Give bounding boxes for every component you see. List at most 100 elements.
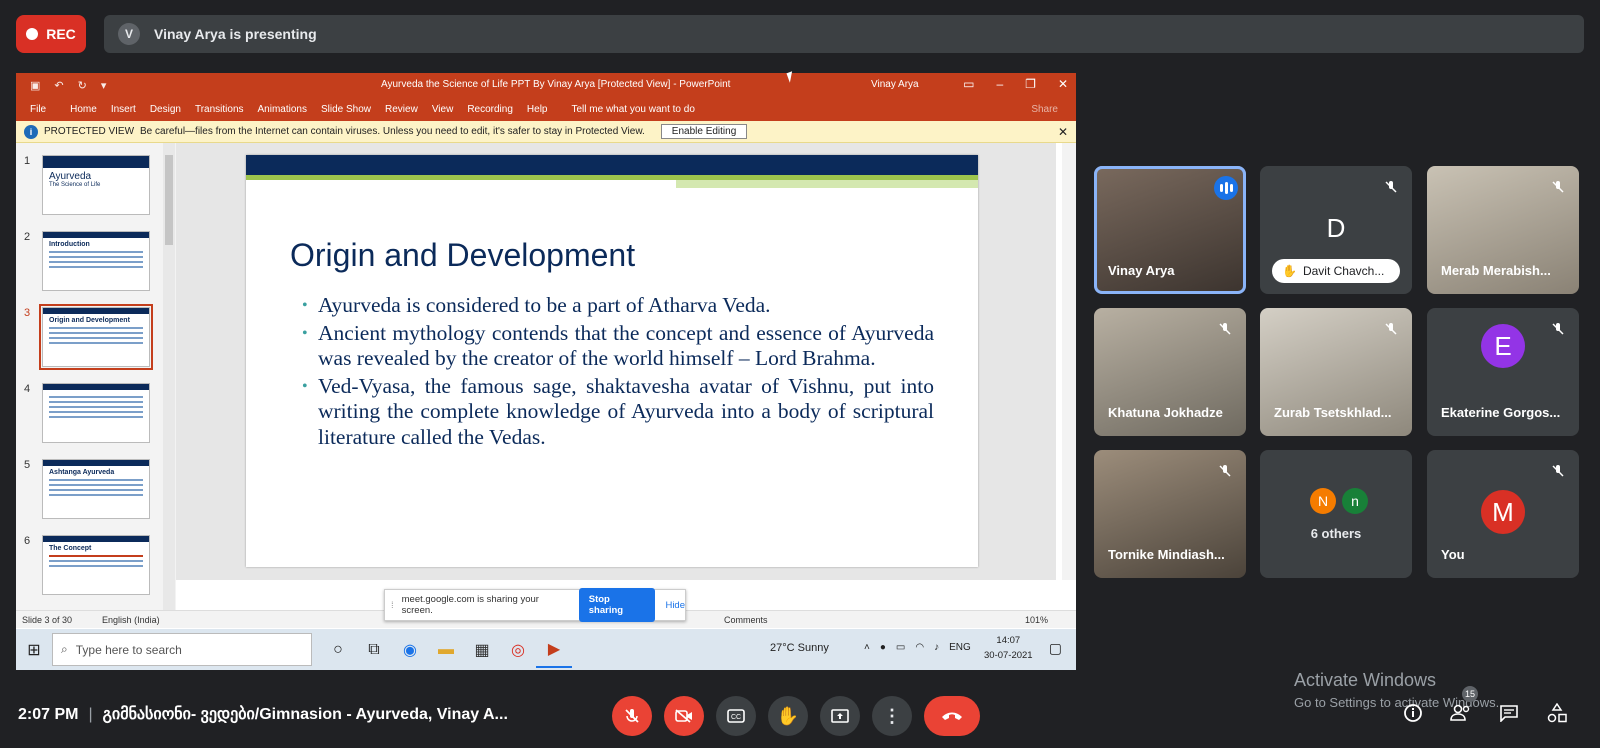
- notification-icon[interactable]: ▢: [1049, 640, 1062, 657]
- tab-file[interactable]: File: [30, 104, 46, 115]
- drag-handle-icon[interactable]: ⁞: [391, 600, 394, 611]
- stop-sharing-button[interactable]: Stop sharing: [578, 588, 656, 622]
- redo-icon[interactable]: ↻: [78, 79, 87, 92]
- meeting-info-button[interactable]: [1400, 700, 1426, 726]
- slide-thumb-4[interactable]: [42, 383, 150, 443]
- raise-hand-button[interactable]: ✋: [768, 696, 808, 736]
- tab-home[interactable]: Home: [70, 104, 97, 115]
- slide-thumb-6[interactable]: The Concept: [42, 535, 150, 595]
- language-status[interactable]: English (India): [102, 615, 160, 625]
- tab-review[interactable]: Review: [385, 104, 418, 115]
- avatar-initial: E: [1494, 330, 1512, 361]
- thumb-title: The Concept: [49, 545, 92, 552]
- tab-help[interactable]: Help: [527, 104, 548, 115]
- account-name[interactable]: Vinay Arya: [871, 79, 919, 90]
- current-slide[interactable]: Origin and Development Ayurveda is consi…: [246, 155, 978, 567]
- camera-toggle-button[interactable]: [664, 696, 704, 736]
- thumbnail-scrollbar[interactable]: [163, 143, 175, 613]
- zoom-level[interactable]: 101%: [1025, 615, 1048, 625]
- minimize-icon[interactable]: –: [996, 77, 1003, 91]
- hand-raised-icon: ✋: [1282, 264, 1297, 278]
- chat-button[interactable]: [1496, 700, 1522, 726]
- protected-view-message: Be careful—files from the Internet can c…: [140, 126, 645, 137]
- captions-button[interactable]: CC: [716, 696, 756, 736]
- windows-start-icon[interactable]: ⊞: [16, 640, 52, 660]
- avatar-initial: M: [1492, 496, 1514, 527]
- participant-tile[interactable]: D ✋ Davit Chavch...: [1260, 166, 1412, 294]
- participant-tile[interactable]: Zurab Tsetskhlad...: [1260, 308, 1412, 436]
- self-tile[interactable]: M You: [1427, 450, 1579, 578]
- enable-editing-button[interactable]: Enable Editing: [660, 124, 748, 139]
- close-icon[interactable]: ✕: [1058, 125, 1068, 139]
- more-options-button[interactable]: ⋮: [872, 696, 912, 736]
- tab-insert[interactable]: Insert: [111, 104, 136, 115]
- volume-icon[interactable]: ♪: [934, 642, 939, 653]
- file-explorer-icon[interactable]: ▬: [428, 632, 464, 668]
- battery-icon[interactable]: ▭: [896, 642, 905, 653]
- participant-avatar: M: [1481, 490, 1525, 534]
- cortana-icon[interactable]: ○: [320, 632, 356, 668]
- ribbon-display-icon[interactable]: ▭: [963, 77, 974, 91]
- tab-transitions[interactable]: Transitions: [195, 104, 244, 115]
- slide-thumb-2[interactable]: Introduction: [42, 231, 150, 291]
- slide-thumb-5[interactable]: Ashtanga Ayurveda: [42, 459, 150, 519]
- restore-icon[interactable]: ❐: [1025, 77, 1036, 91]
- tab-animations[interactable]: Animations: [258, 104, 307, 115]
- meeting-title: გიმნასიონი- ვედები/Gimnasion - Ayurveda,…: [102, 706, 508, 723]
- protected-view-bar: i PROTECTED VIEW Be careful—files from t…: [16, 121, 1076, 143]
- task-view-icon[interactable]: ⧉: [356, 632, 392, 668]
- others-tile[interactable]: N n 6 others: [1260, 450, 1412, 578]
- wifi-icon[interactable]: ◠: [915, 642, 924, 653]
- presenter-avatar: V: [118, 23, 140, 45]
- tab-slide-show[interactable]: Slide Show: [321, 104, 371, 115]
- thumb-number: 6: [24, 535, 31, 547]
- system-clock[interactable]: 14:07 30-07-2021: [984, 633, 1033, 663]
- participant-avatar: D: [1314, 206, 1358, 250]
- share-button[interactable]: Share: [1031, 104, 1058, 115]
- chevron-up-icon[interactable]: ˄: [864, 642, 870, 653]
- undo-icon[interactable]: ↶: [54, 79, 63, 92]
- slide-thumb-1[interactable]: Ayurveda The Science of Life: [42, 155, 150, 215]
- meet-control-bar: 2:07 PM | გიმნასიონი- ვედები/Gimnasion - A…: [0, 686, 1600, 748]
- microphone-icon[interactable]: ●: [880, 642, 886, 653]
- tab-view[interactable]: View: [432, 104, 454, 115]
- weather-widget[interactable]: 27°C Sunny: [770, 642, 829, 654]
- slide-scrollbar[interactable]: [1062, 143, 1076, 580]
- participant-tile[interactable]: E Ekaterine Gorgos...: [1427, 308, 1579, 436]
- save-icon[interactable]: ▣: [30, 79, 40, 92]
- people-button[interactable]: [1448, 700, 1474, 726]
- participant-tile[interactable]: Tornike Mindiash...: [1094, 450, 1246, 578]
- customize-icon[interactable]: ▾: [101, 79, 107, 92]
- participant-name: You: [1441, 547, 1465, 562]
- activities-button[interactable]: [1544, 700, 1570, 726]
- participant-tile[interactable]: Vinay Arya: [1094, 166, 1246, 294]
- participant-tile[interactable]: Khatuna Jokhadze: [1094, 308, 1246, 436]
- tell-me-search[interactable]: Tell me what you want to do: [571, 104, 694, 115]
- store-icon[interactable]: ▦: [464, 632, 500, 668]
- tab-design[interactable]: Design: [150, 104, 181, 115]
- taskbar-search[interactable]: ⌕ Type here to search: [52, 633, 312, 666]
- close-icon[interactable]: ✕: [1058, 77, 1068, 91]
- tab-recording[interactable]: Recording: [467, 104, 513, 115]
- slide-thumb-3[interactable]: Origin and Development: [39, 304, 153, 370]
- participant-tile[interactable]: Merab Merabish...: [1427, 166, 1579, 294]
- present-icon: [831, 709, 849, 723]
- slide-bullet: Ancient mythology contends that the conc…: [302, 321, 934, 372]
- edge-icon[interactable]: ◉: [392, 632, 428, 668]
- leave-call-button[interactable]: [924, 696, 980, 736]
- more-vert-icon: ⋮: [883, 705, 901, 726]
- thumb-subtitle: The Science of Life: [49, 182, 101, 188]
- thumb-number: 3: [24, 307, 31, 319]
- input-language[interactable]: ENG: [949, 642, 971, 653]
- svg-text:CC: CC: [731, 714, 741, 721]
- present-button[interactable]: [820, 696, 860, 736]
- slide-counter: Slide 3 of 30: [22, 614, 73, 625]
- hide-button[interactable]: Hide: [665, 600, 685, 611]
- mic-toggle-button[interactable]: [612, 696, 652, 736]
- powerpoint-icon[interactable]: ▶: [536, 632, 572, 668]
- hang-up-icon: [942, 712, 962, 720]
- comments-button[interactable]: Comments: [724, 615, 768, 625]
- activities-icon: [1547, 703, 1567, 723]
- ppt-titlebar: ▣ ↶ ↻ ▾ Ayurveda the Science of Life PPT…: [16, 73, 1076, 97]
- chrome-icon[interactable]: ◎: [500, 632, 536, 668]
